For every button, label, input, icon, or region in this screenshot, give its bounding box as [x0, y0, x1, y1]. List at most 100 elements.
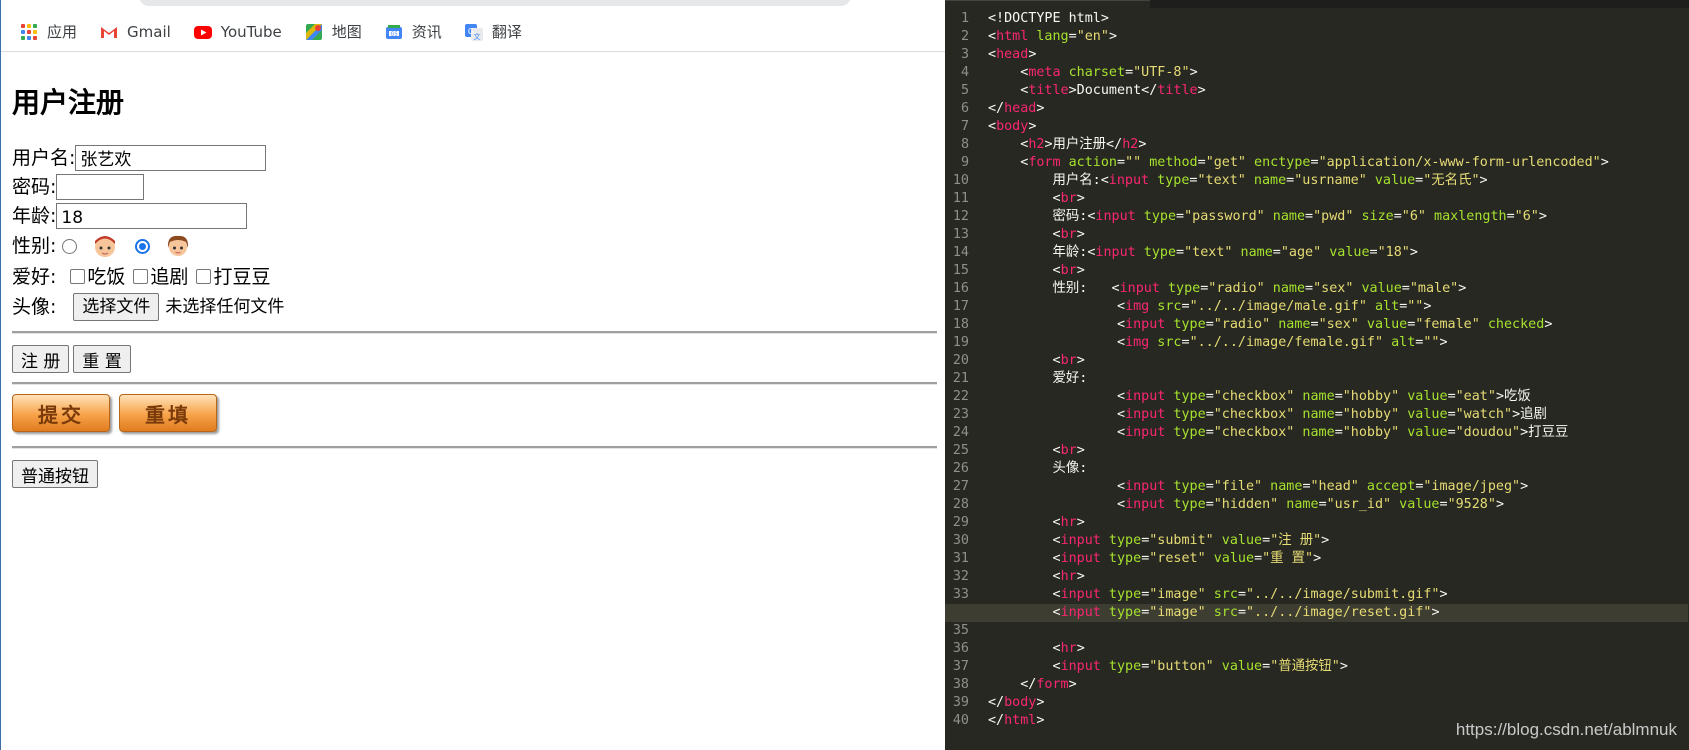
code-line[interactable]: <input type="button" value="普通按钮">	[988, 658, 1688, 676]
code-line[interactable]: 密码:<input type="password" name="pwd" siz…	[988, 208, 1688, 226]
bookmark-youtube[interactable]: YouTube	[193, 22, 282, 42]
code-line[interactable]: </body>	[988, 694, 1688, 712]
code-token: src	[1205, 587, 1238, 602]
code-line[interactable]: <br>	[988, 262, 1688, 280]
code-token: input	[1125, 317, 1166, 332]
code-token: br	[1060, 263, 1077, 278]
code-line[interactable]: <title>Document</title>	[988, 82, 1688, 100]
code-editor[interactable]: 1 2 3 4 5 6 7 8 9 10 11 12 13 14 15 16 17 18 19 20 21 22 23 24 2…	[945, 0, 1689, 750]
code-line[interactable]: <input type="file" name="head" accept="i…	[988, 478, 1688, 496]
code-line[interactable]: 用户名:<input type="text" name="usrname" va…	[988, 172, 1688, 190]
code-line[interactable]: </form>	[988, 676, 1688, 694]
code-line[interactable]: <br>	[988, 442, 1688, 460]
code-line[interactable]: <meta charset="UTF-8">	[988, 64, 1688, 82]
code-token: >	[1538, 209, 1547, 224]
code-line[interactable]: <input type="reset" value="重 置">	[988, 550, 1688, 568]
code-line[interactable]: <input type="checkbox" name="hobby" valu…	[988, 424, 1688, 442]
hobby-watch-checkbox[interactable]	[133, 269, 149, 284]
register-submit-button[interactable]: 注 册	[12, 345, 70, 373]
code-token: 密码:<	[1052, 209, 1096, 224]
code-token: type	[1135, 209, 1177, 224]
code-line[interactable]: 年龄:<input type="text" name="age" value="…	[988, 244, 1688, 262]
hobby-eat-checkbox[interactable]	[70, 269, 86, 284]
code-line[interactable]: <hr>	[988, 568, 1688, 586]
code-line[interactable]: <input type="checkbox" name="hobby" valu…	[988, 388, 1688, 406]
code-token: hr	[1060, 641, 1077, 656]
code-line[interactable]: <input type="checkbox" name="hobby" valu…	[988, 406, 1688, 424]
code-line[interactable]: <hr>	[988, 640, 1688, 658]
code-line[interactable]: <input type="hidden" name="usr_id" value…	[988, 496, 1688, 514]
code-token: "hobby"	[1342, 425, 1400, 440]
code-line[interactable]: <html lang="en">	[988, 28, 1688, 46]
code-line[interactable]: <input type="radio" name="sex" value="fe…	[988, 316, 1688, 334]
editor-tab[interactable]	[945, 0, 1150, 8]
bookmark-apps[interactable]: 应用	[19, 21, 77, 42]
code-line[interactable]: 爱好:	[988, 370, 1688, 388]
username-input[interactable]: 张艺欢	[75, 144, 267, 171]
code-token: <	[1052, 353, 1061, 368]
bookmark-gmail[interactable]: Gmail	[99, 22, 171, 42]
code-line[interactable]: <!DOCTYPE html>	[988, 10, 1688, 28]
code-token: name	[1270, 317, 1311, 332]
indent-guide	[988, 353, 1053, 368]
code-line[interactable]: <img src="../../image/male.gif" alt="">	[988, 298, 1688, 316]
line-number: 4	[960, 65, 969, 80]
gender-male-radio[interactable]	[62, 238, 78, 254]
address-bar[interactable]	[139, 0, 851, 6]
bookmark-translate[interactable]: G文 翻译	[464, 21, 522, 42]
code-line[interactable]: <input type="image" src="../../image/res…	[945, 604, 1688, 622]
code-area[interactable]: <!DOCTYPE html> <html lang="en"> <head> <m…	[945, 10, 1688, 730]
bookmark-news[interactable]: GS 资讯	[384, 21, 442, 42]
gender-label: 性别:	[12, 235, 57, 257]
code-line[interactable]: 性别: <input type="radio" name="sex" value…	[988, 280, 1688, 298]
maps-icon	[304, 22, 324, 42]
code-token: =	[1401, 281, 1410, 296]
code-line[interactable]: <hr>	[988, 514, 1688, 532]
code-token: >	[1197, 83, 1206, 98]
gender-female-radio[interactable]	[135, 238, 151, 254]
indent-guide	[988, 659, 1053, 674]
line-number: 18	[952, 317, 969, 332]
code-token: 头像:	[1052, 461, 1088, 476]
choose-file-button[interactable]: 选择文件	[73, 293, 160, 321]
indent-guide	[988, 299, 1117, 314]
image-reset-button[interactable]: 重填	[119, 394, 217, 432]
code-token: input	[1095, 209, 1136, 224]
bookmark-maps[interactable]: 地图	[304, 21, 362, 42]
code-token: <	[1117, 407, 1126, 422]
image-submit-button[interactable]: 提交	[12, 394, 110, 432]
code-line[interactable]	[988, 622, 1688, 640]
code-line[interactable]: <form action="" method="get" enctype="ap…	[988, 154, 1688, 172]
code-token: value	[1213, 533, 1263, 548]
code-token: input	[1095, 245, 1136, 260]
line-number: 9	[960, 155, 969, 170]
code-token: =	[1181, 299, 1190, 314]
code-line[interactable]: <br>	[988, 226, 1688, 244]
code-line[interactable]: <img src="../../image/female.gif" alt=""…	[988, 334, 1688, 352]
code-line[interactable]: <input type="image" src="../../image/sub…	[988, 586, 1688, 604]
code-line[interactable]: <head>	[988, 46, 1688, 64]
plain-button[interactable]: 普通按钮	[12, 460, 98, 488]
bookmark-label: Gmail	[127, 22, 171, 41]
code-token: "sex"	[1313, 281, 1354, 296]
code-line[interactable]: <input type="submit" value="注 册">	[988, 532, 1688, 550]
code-token: h2	[1122, 137, 1139, 152]
reset-button[interactable]: 重 置	[73, 345, 131, 373]
age-input[interactable]: 18	[56, 202, 248, 229]
code-token: "hobby"	[1342, 407, 1400, 422]
code-line[interactable]: <h2>用户注册</h2>	[988, 136, 1688, 154]
code-line[interactable]: <body>	[988, 118, 1688, 136]
code-line[interactable]: </head>	[988, 100, 1688, 118]
code-token: =	[1439, 497, 1448, 512]
code-token: "reset"	[1149, 551, 1206, 566]
code-token: >	[1076, 263, 1085, 278]
code-line[interactable]: <br>	[988, 352, 1688, 370]
code-line[interactable]: 头像:	[988, 460, 1688, 478]
code-token: input	[1060, 533, 1101, 548]
hobby-doudou-checkbox[interactable]	[196, 269, 212, 284]
password-input[interactable]	[56, 173, 145, 200]
code-line[interactable]: <br>	[988, 190, 1688, 208]
male-avatar-icon	[91, 232, 119, 260]
indent-guide	[988, 389, 1117, 404]
code-token: type	[1165, 497, 1206, 512]
